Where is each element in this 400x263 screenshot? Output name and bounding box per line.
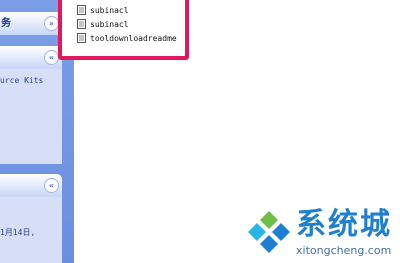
expand-chevron-icon[interactable]: « [44, 50, 59, 65]
task-panel-body-3: 1月14日, [0, 197, 62, 263]
task-panel-text: urce Kits [0, 76, 44, 85]
collapse-chevron-icon[interactable]: » [44, 16, 59, 31]
xitongcheng-logo-icon [246, 209, 292, 255]
highlighted-file-list: subinacl subinacl tooldownloadreadme [58, 0, 189, 60]
file-name: subinacl [90, 6, 129, 15]
task-panel-body-2: urce Kits [0, 69, 62, 164]
file-icon [77, 19, 86, 29]
task-panel-header-1[interactable]: 务 » [0, 12, 62, 35]
brand-domain: xitongcheng.com [296, 244, 392, 257]
file-name: subinacl [90, 20, 129, 29]
task-panel-header-3[interactable]: « [0, 174, 62, 197]
file-item[interactable]: tooldownloadreadme [77, 33, 177, 45]
task-panel-title: 务 [1, 18, 11, 29]
file-icon [77, 5, 86, 15]
task-panel-header-2[interactable]: « [0, 46, 62, 69]
file-name: tooldownloadreadme [90, 34, 177, 43]
brand-name: 系统城 [296, 207, 392, 242]
task-panel-text: 1月14日, [0, 228, 36, 237]
file-icon [77, 33, 86, 43]
file-item[interactable]: subinacl [77, 5, 129, 17]
expand-chevron-icon[interactable]: « [44, 178, 59, 193]
file-item[interactable]: subinacl [77, 19, 129, 31]
